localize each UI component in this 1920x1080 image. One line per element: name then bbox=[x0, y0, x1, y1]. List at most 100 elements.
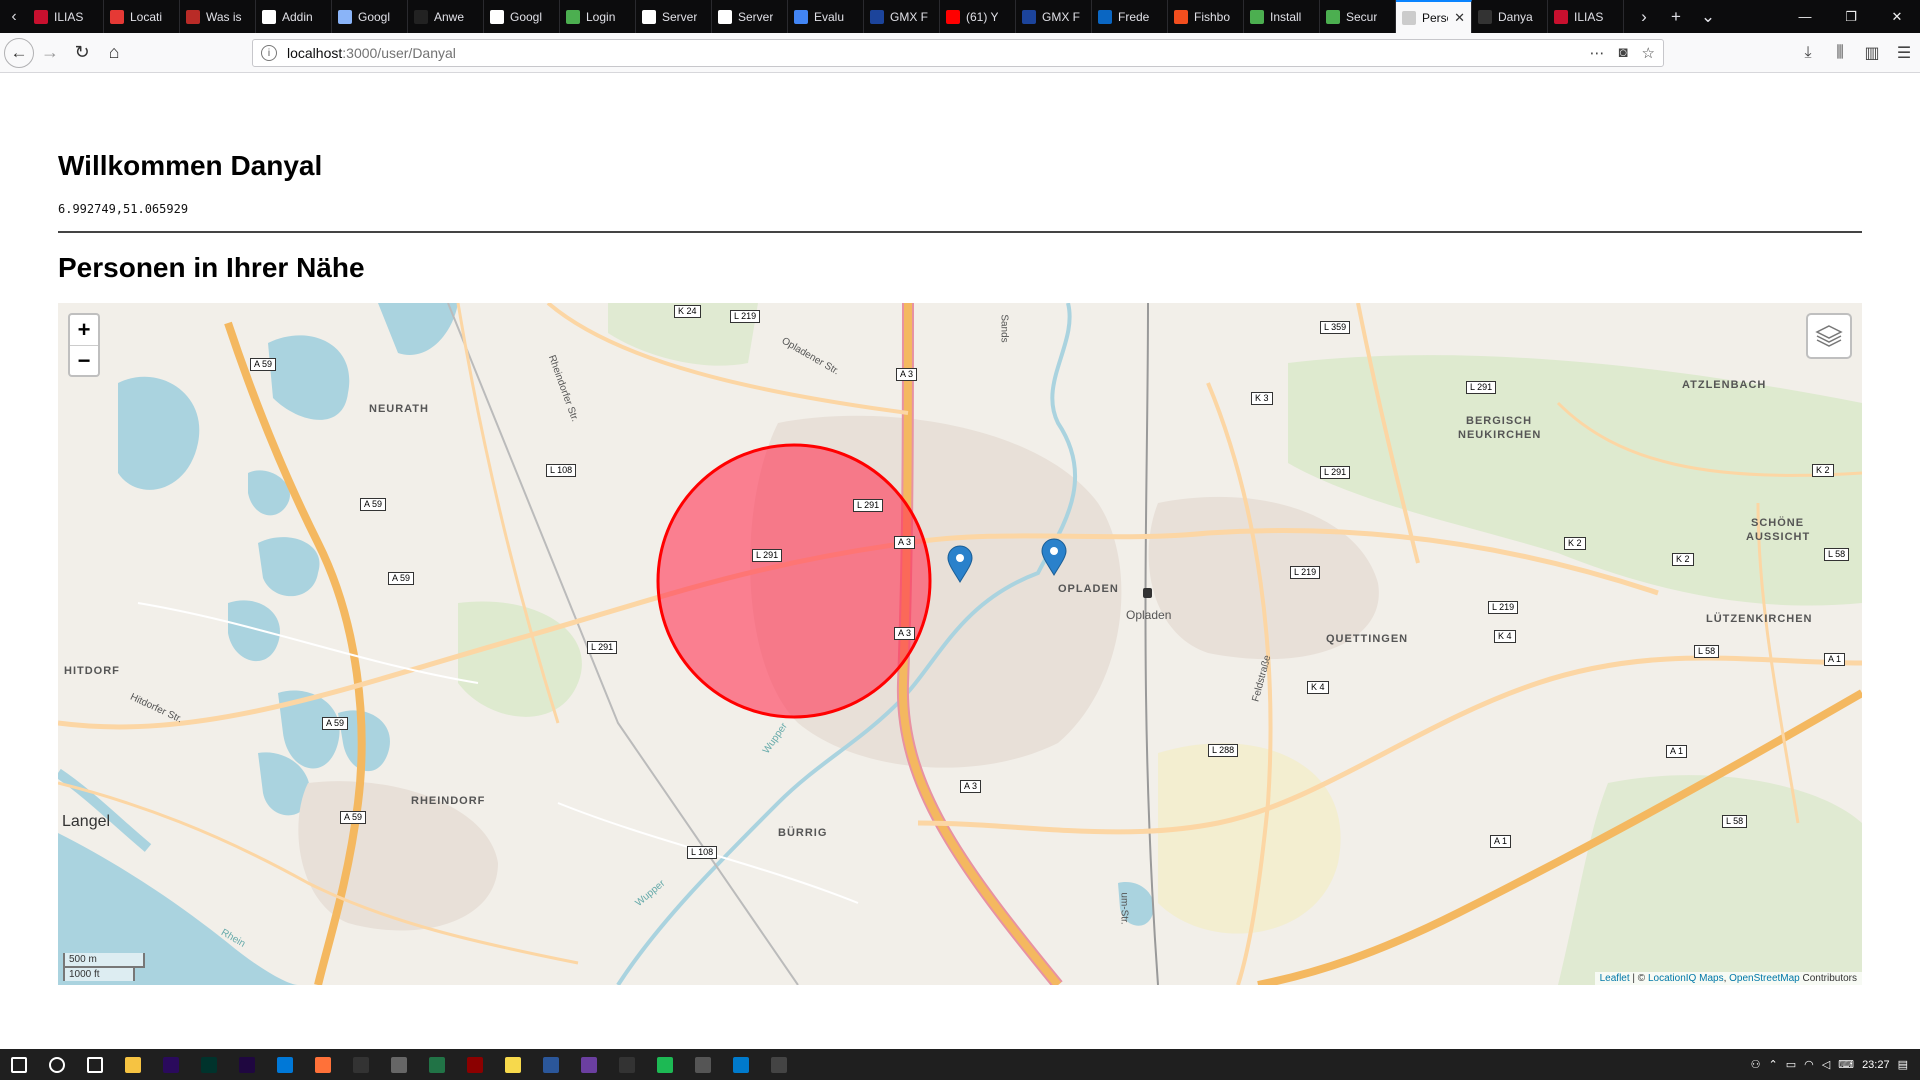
close-tab-icon[interactable]: ✕ bbox=[1454, 10, 1465, 26]
tab-title: Danya bbox=[1498, 9, 1533, 24]
browser-tab[interactable]: GMX F bbox=[864, 0, 940, 33]
reload-icon[interactable]: ↻ bbox=[66, 37, 98, 69]
volume-icon[interactable]: ◁ bbox=[1822, 1058, 1830, 1071]
people-icon[interactable]: ⚇ bbox=[1751, 1058, 1761, 1071]
browser-tab[interactable]: Server bbox=[712, 0, 788, 33]
osm-link[interactable]: OpenStreetMap bbox=[1729, 973, 1800, 984]
tab-scroll-left-icon[interactable]: ‹ bbox=[0, 0, 28, 33]
road-shield: L 58 bbox=[1694, 645, 1720, 658]
road-shield: L 58 bbox=[1824, 548, 1850, 561]
taskbar: ⚇ ⌃ ▭ ◠ ◁ ⌨ 23:27 ▤ bbox=[0, 1049, 1920, 1080]
road-shield: K 2 bbox=[1672, 553, 1694, 566]
home-icon[interactable]: ⌂ bbox=[98, 37, 130, 69]
browser-tab[interactable]: Secur bbox=[1320, 0, 1396, 33]
browser-tab[interactable]: Login bbox=[560, 0, 636, 33]
browser-tab[interactable]: Locati bbox=[104, 0, 180, 33]
tab-title: Evalu bbox=[814, 9, 845, 24]
keyboard-icon[interactable]: ⌨ bbox=[1838, 1058, 1854, 1071]
layers-button[interactable] bbox=[1806, 313, 1852, 359]
epic-icon[interactable] bbox=[342, 1049, 380, 1080]
forward-icon[interactable]: → bbox=[34, 37, 66, 69]
vscode-icon[interactable] bbox=[722, 1049, 760, 1080]
map[interactable]: NEURATH BERGISCH NEUKIRCHEN ATZLENBACH S… bbox=[58, 303, 1862, 985]
edge-icon[interactable] bbox=[266, 1049, 304, 1080]
leaflet-link[interactable]: Leaflet bbox=[1600, 973, 1630, 984]
sticky-notes-icon[interactable] bbox=[494, 1049, 532, 1080]
library-icon[interactable]: ⫼ bbox=[1824, 44, 1856, 62]
premiere-icon[interactable] bbox=[152, 1049, 190, 1080]
docs-icon bbox=[490, 9, 504, 24]
terminal-icon[interactable] bbox=[760, 1049, 798, 1080]
tab-title: Googl bbox=[358, 9, 391, 24]
browser-tab[interactable]: Addin bbox=[256, 0, 332, 33]
task-view-icon[interactable] bbox=[76, 1049, 114, 1080]
site-info-icon[interactable]: i bbox=[261, 45, 277, 61]
menu-icon[interactable]: ☰ bbox=[1888, 43, 1920, 63]
tab-title: Googl bbox=[510, 9, 543, 24]
browser-tab[interactable]: Person ✕ bbox=[1396, 0, 1472, 33]
browser-tab[interactable]: Frede bbox=[1092, 0, 1168, 33]
browser-tab[interactable]: Was is bbox=[180, 0, 256, 33]
app-icon-gray[interactable] bbox=[684, 1049, 722, 1080]
downloads-icon[interactable]: ⤓ bbox=[1792, 44, 1824, 62]
tab-scroll-right-icon[interactable]: › bbox=[1628, 7, 1660, 27]
zoom-out-button[interactable]: − bbox=[70, 345, 98, 375]
pocket-icon[interactable]: ◙ bbox=[1618, 44, 1627, 62]
audition-icon[interactable] bbox=[190, 1049, 228, 1080]
new-tab-icon[interactable]: + bbox=[1660, 7, 1692, 27]
browser-tab[interactable]: Anwe bbox=[408, 0, 484, 33]
app-icon[interactable] bbox=[380, 1049, 418, 1080]
close-window-icon[interactable]: ✕ bbox=[1874, 9, 1920, 25]
all-tabs-icon[interactable]: ⌄ bbox=[1692, 7, 1724, 27]
browser-tab[interactable]: Googl bbox=[484, 0, 560, 33]
file-explorer-icon[interactable] bbox=[114, 1049, 152, 1080]
cortana-search-icon[interactable] bbox=[38, 1049, 76, 1080]
after-effects-icon[interactable] bbox=[228, 1049, 266, 1080]
epic-games-icon[interactable] bbox=[608, 1049, 646, 1080]
app-icon-red[interactable] bbox=[456, 1049, 494, 1080]
clock[interactable]: 23:27 bbox=[1862, 1059, 1890, 1071]
zoom-in-button[interactable]: + bbox=[70, 315, 98, 345]
restore-icon[interactable]: ❐ bbox=[1828, 9, 1874, 25]
tab-list: ILIAS Locati Was is Addin Googl Anwe Googl Logi… bbox=[28, 0, 1624, 33]
windows-start-icon[interactable] bbox=[0, 1049, 38, 1080]
stack-icon bbox=[414, 9, 428, 24]
firefox-icon[interactable] bbox=[304, 1049, 342, 1080]
browser-tab[interactable]: Install bbox=[1244, 0, 1320, 33]
browser-tab[interactable]: Server bbox=[636, 0, 712, 33]
back-icon[interactable]: ← bbox=[4, 37, 34, 68]
notification-icon[interactable]: ▤ bbox=[1898, 1058, 1908, 1071]
bookmark-star-icon[interactable]: ☆ bbox=[1642, 44, 1655, 62]
road-shield: L 108 bbox=[546, 464, 577, 477]
road-shield: A 59 bbox=[322, 717, 349, 730]
tab-title: Anwe bbox=[434, 9, 465, 24]
road-shield: K 4 bbox=[1494, 630, 1516, 643]
browser-tab[interactable]: ILIAS bbox=[1548, 0, 1624, 33]
locationiq-link[interactable]: LocationIQ Maps bbox=[1648, 973, 1724, 984]
url-bar[interactable]: i localhost :3000/user/Danyal ⋯ ◙ ☆ bbox=[252, 39, 1664, 67]
browser-tab[interactable]: Danya bbox=[1472, 0, 1548, 33]
search-radius-circle[interactable] bbox=[656, 443, 932, 719]
tab-title: (61) Y bbox=[966, 9, 999, 24]
word-icon[interactable] bbox=[532, 1049, 570, 1080]
sidebar-icon[interactable]: ▥ bbox=[1856, 43, 1888, 63]
browser-tab[interactable]: Evalu bbox=[788, 0, 864, 33]
browser-tab[interactable]: (61) Y bbox=[940, 0, 1016, 33]
browser-tab[interactable]: ILIAS bbox=[28, 0, 104, 33]
browser-tab[interactable]: Fishbo bbox=[1168, 0, 1244, 33]
browser-tab[interactable]: Googl bbox=[332, 0, 408, 33]
road-shield: L 291 bbox=[752, 549, 783, 562]
page-actions-icon[interactable]: ⋯ bbox=[1589, 44, 1604, 62]
browser-tab[interactable]: GMX F bbox=[1016, 0, 1092, 33]
spotify-icon[interactable] bbox=[646, 1049, 684, 1080]
network-icon[interactable]: ◠ bbox=[1804, 1058, 1814, 1071]
tab-title: Server bbox=[662, 9, 698, 24]
app-icon-purple[interactable] bbox=[570, 1049, 608, 1080]
battery-icon[interactable]: ▭ bbox=[1786, 1058, 1796, 1071]
tray-chevron-icon[interactable]: ⌃ bbox=[1768, 1058, 1777, 1071]
road-shield: L 291 bbox=[587, 641, 618, 654]
minimize-icon[interactable]: — bbox=[1782, 9, 1828, 24]
excel-icon[interactable] bbox=[418, 1049, 456, 1080]
tab-title: Was is bbox=[206, 9, 242, 24]
tab-title: Person bbox=[1422, 10, 1448, 25]
